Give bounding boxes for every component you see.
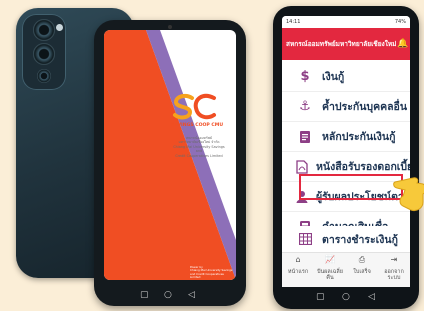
menu-item-loan[interactable]: $ เงินกู้ xyxy=(282,62,410,92)
table-icon xyxy=(296,230,314,248)
flash-icon xyxy=(56,24,63,31)
bottom-tab-bar: ⌂ หน้าแรก 📈 ปันผลเฉลี่ยคืน ⎙ ใบเสร็จ ⇥ อ… xyxy=(282,252,410,287)
dollar-icon: $ xyxy=(300,69,310,84)
menu-item-label: ค้ำประกันบุคคลอื่น xyxy=(322,101,408,113)
camera-lens-icon xyxy=(33,43,55,65)
back-icon[interactable]: ◁ xyxy=(368,292,375,302)
status-time: 14:11 xyxy=(286,19,301,25)
home-icon: ⌂ xyxy=(295,255,301,264)
brand-name: SAVINGS COOP CMU xyxy=(170,123,224,128)
menu-item-label: หลักประกันเงินกู้ xyxy=(322,131,396,143)
camera-lens-icon xyxy=(37,69,51,83)
logout-icon: ⇥ xyxy=(390,255,398,264)
recent-apps-icon[interactable]: ▢ xyxy=(140,290,149,300)
printer-icon: ⎙ xyxy=(358,255,366,264)
sc-logo xyxy=(173,93,216,120)
pdf-file-icon xyxy=(296,158,308,176)
menu-item-label: เงินกู้ xyxy=(322,71,345,83)
tab-dividend[interactable]: 📈 ปันผลเฉลี่ยคืน xyxy=(314,253,346,287)
menu-item-guarantee[interactable]: ⚓ ค้ำประกันบุคคลอื่น xyxy=(282,92,410,122)
tab-home[interactable]: ⌂ หน้าแรก xyxy=(282,253,314,287)
document-icon xyxy=(296,128,314,146)
anchor-icon: ⚓ xyxy=(299,99,311,114)
header-title: สหกรณ์ออมทรัพย์มหาวิทยาลัยเชียงใหม่ จำกั… xyxy=(286,40,410,48)
splash-screen: SAVINGS COOP CMU สหกรณ์ออมทรัพย์ มหาวิทย… xyxy=(104,30,236,280)
camera-lens-icon xyxy=(33,19,55,41)
status-battery: 74% xyxy=(394,19,406,25)
menu-item-payment-schedule-row[interactable]: ตารางชำระเงินกู้ xyxy=(282,226,410,252)
brand-description: สหกรณ์ออมทรัพย์ มหาวิทยาลัยเชียงใหม่ จำก… xyxy=(173,136,225,158)
front-camera-icon xyxy=(168,25,172,29)
camera-module xyxy=(22,14,66,90)
chart-icon: 📈 xyxy=(325,255,335,264)
tab-receipt[interactable]: ⎙ ใบเสร็จ xyxy=(346,253,378,287)
menu-item-collateral[interactable]: หลักประกันเงินกู้ xyxy=(282,122,410,152)
app-header: สหกรณ์ออมทรัพย์มหาวิทยาลัยเชียงใหม่ จำกั… xyxy=(282,28,410,60)
status-bar: 14:11 74% xyxy=(282,16,410,28)
home-button-icon[interactable]: ○ xyxy=(164,290,172,300)
splash-footer: Power by Chiang Mai University Savings a… xyxy=(190,265,233,280)
bell-icon[interactable]: 🔔 xyxy=(396,28,410,60)
menu-item-label: ตารางชำระเงินกู้ xyxy=(322,233,398,246)
recent-apps-icon[interactable]: ▢ xyxy=(316,292,325,302)
highlight-box xyxy=(299,174,403,200)
tab-logout[interactable]: ⇥ ออกจากระบบ xyxy=(378,253,410,287)
home-button-icon[interactable]: ○ xyxy=(342,292,350,302)
back-icon[interactable]: ◁ xyxy=(188,290,195,300)
pointing-hand-icon xyxy=(393,177,424,211)
